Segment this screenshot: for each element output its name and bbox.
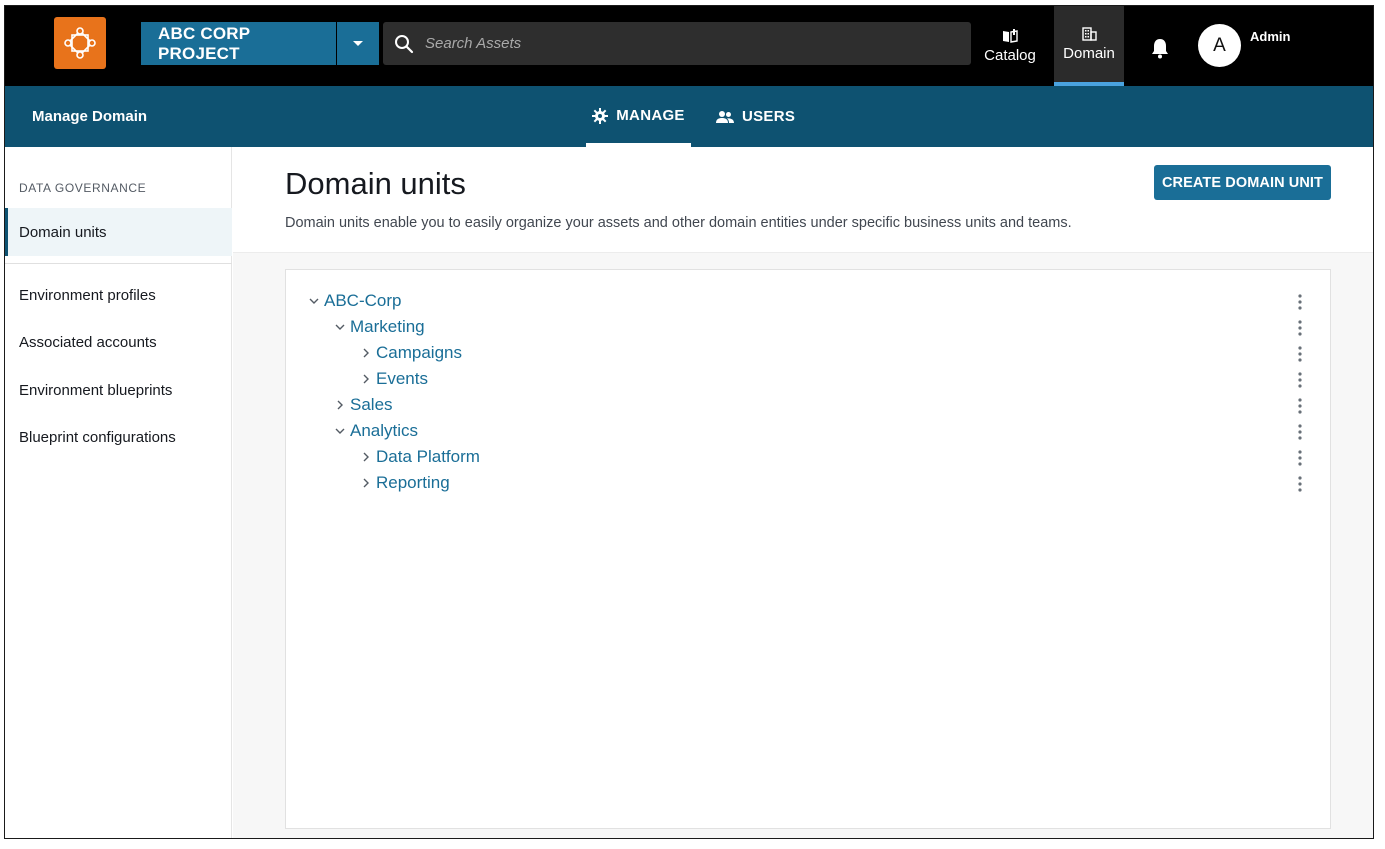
users-icon <box>716 110 734 123</box>
search-icon <box>383 22 425 65</box>
tree-node-label[interactable]: Sales <box>350 395 393 415</box>
chevron-right-icon[interactable] <box>360 477 372 489</box>
tree-node-label[interactable]: Campaigns <box>376 343 462 363</box>
more-vertical-icon <box>1298 372 1302 388</box>
row-actions-button[interactable] <box>1293 344 1307 364</box>
row-actions-button[interactable] <box>1293 318 1307 338</box>
building-icon <box>1081 26 1097 41</box>
tree-row: Marketing <box>286 315 1330 341</box>
tab-manage-label: MANAGE <box>616 107 685 124</box>
row-actions-button[interactable] <box>1293 448 1307 468</box>
more-vertical-icon <box>1298 450 1302 466</box>
tree-node-label[interactable]: Reporting <box>376 473 450 493</box>
sidebar: DATA GOVERNANCE Domain units Environment… <box>5 147 232 838</box>
nav-domain-label: Domain <box>1063 44 1115 62</box>
tree-row: Sales <box>286 393 1330 419</box>
search-input[interactable] <box>425 35 945 52</box>
row-actions-button[interactable] <box>1293 370 1307 390</box>
sidebar-divider <box>5 263 232 264</box>
domain-tree-panel: ABC-Corp Marketing Campaigns Events Sales Ana… <box>285 269 1331 829</box>
row-actions-button[interactable] <box>1293 422 1307 442</box>
tree-node-label[interactable]: Events <box>376 369 428 389</box>
tree-node-label[interactable]: Data Platform <box>376 447 480 467</box>
book-icon <box>1003 28 1018 43</box>
tree-row: Events <box>286 367 1330 393</box>
chevron-right-icon[interactable] <box>360 373 372 385</box>
chevron-right-icon[interactable] <box>360 347 372 359</box>
nav-catalog[interactable]: Catalog <box>977 6 1043 86</box>
chevron-down-icon[interactable] <box>308 295 320 307</box>
tree-row: Campaigns <box>286 341 1330 367</box>
row-actions-button[interactable] <box>1293 474 1307 494</box>
tab-users[interactable]: USERS <box>716 86 800 147</box>
page-description: Domain units enable you to easily organi… <box>285 215 1072 231</box>
chevron-down-icon[interactable] <box>334 321 346 333</box>
more-vertical-icon <box>1298 294 1302 310</box>
user-name-label: Admin <box>1250 29 1291 44</box>
chevron-down-icon[interactable] <box>334 425 346 437</box>
project-dropdown-button[interactable] <box>337 22 379 65</box>
bell-icon <box>1152 39 1168 59</box>
nav-catalog-label: Catalog <box>984 46 1036 64</box>
chevron-right-icon[interactable] <box>360 451 372 463</box>
sidebar-item-blueprint-configurations[interactable]: Blueprint configurations <box>19 429 176 446</box>
tree-row: Data Platform <box>286 445 1330 471</box>
sidebar-item-label: Domain units <box>19 224 107 241</box>
sidebar-item-environment-blueprints[interactable]: Environment blueprints <box>19 382 172 399</box>
sidebar-item-associated-accounts[interactable]: Associated accounts <box>19 334 157 351</box>
sidebar-section-label: DATA GOVERNANCE <box>19 181 147 195</box>
nav-domain[interactable]: Domain <box>1054 6 1124 86</box>
tree-row: ABC-Corp <box>286 289 1330 315</box>
caret-down-icon <box>353 40 363 46</box>
tree-node-label[interactable]: Analytics <box>350 421 418 441</box>
logo-icon <box>64 27 96 59</box>
sidebar-item-domain-units[interactable]: Domain units <box>5 208 232 256</box>
tree-row: Analytics <box>286 419 1330 445</box>
app-logo[interactable] <box>54 17 106 69</box>
tree-node-label[interactable]: ABC-Corp <box>324 291 401 311</box>
more-vertical-icon <box>1298 320 1302 336</box>
more-vertical-icon <box>1298 398 1302 414</box>
more-vertical-icon <box>1298 476 1302 492</box>
app-window: ABC CORP PROJECT Catalog <box>4 5 1374 839</box>
tab-users-label: USERS <box>742 108 796 125</box>
search-bar <box>383 22 971 65</box>
gear-icon <box>592 107 609 124</box>
more-vertical-icon <box>1298 424 1302 440</box>
top-bar: ABC CORP PROJECT Catalog <box>5 6 1373 86</box>
row-actions-button[interactable] <box>1293 396 1307 416</box>
chevron-right-icon[interactable] <box>334 399 346 411</box>
page-section-title: Manage Domain <box>32 108 148 125</box>
sub-header: Manage Domain MANAGE USERS <box>5 86 1373 147</box>
tab-manage[interactable]: MANAGE <box>586 86 691 147</box>
sidebar-item-environment-profiles[interactable]: Environment profiles <box>19 287 156 304</box>
user-avatar[interactable]: A <box>1198 24 1241 67</box>
page-title: Domain units <box>285 166 466 201</box>
notifications-button[interactable] <box>1145 33 1175 63</box>
row-actions-button[interactable] <box>1293 292 1307 312</box>
create-domain-unit-button[interactable]: CREATE DOMAIN UNIT <box>1154 165 1331 200</box>
more-vertical-icon <box>1298 346 1302 362</box>
tree-node-label[interactable]: Marketing <box>350 317 425 337</box>
tree-row: Reporting <box>286 471 1330 497</box>
project-selector-button[interactable]: ABC CORP PROJECT <box>141 22 336 65</box>
